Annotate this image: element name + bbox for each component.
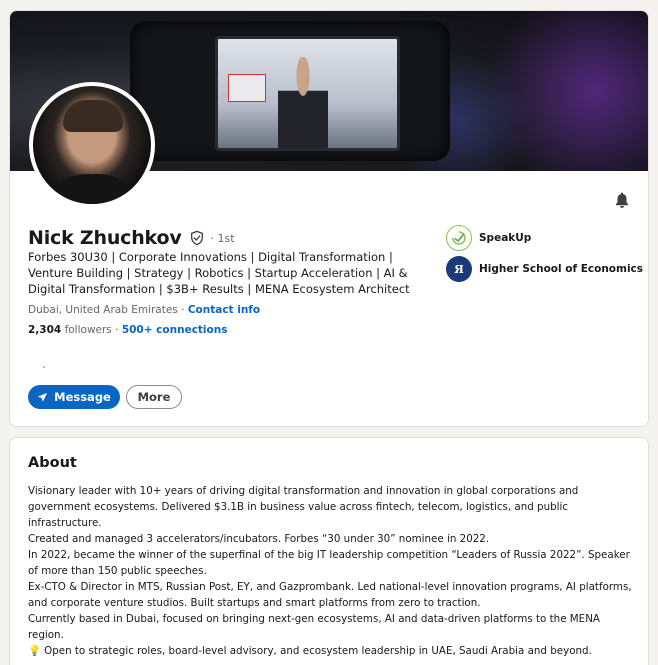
about-section: About Visionary leader with 10+ years of…: [9, 437, 649, 665]
message-button[interactable]: Message: [28, 385, 120, 409]
message-button-label: Message: [54, 390, 111, 404]
contact-info-link[interactable]: Contact info: [188, 304, 260, 316]
connections-separator: ·: [115, 324, 119, 336]
more-button[interactable]: More: [126, 385, 182, 409]
profile-headline: Forbes 30U30 | Corporate Innovations | D…: [28, 250, 410, 296]
location-separator: ·: [181, 304, 185, 316]
about-title: About: [28, 455, 77, 471]
connections-link[interactable]: 500+ connections: [122, 324, 228, 336]
decorative-dot: [43, 366, 45, 368]
profile-name: Nick Zhuchkov: [28, 227, 182, 249]
org-hse-name: Higher School of Economics: [479, 263, 644, 275]
profile-name-row: Nick Zhuchkov · 1st: [28, 227, 235, 249]
org-speakup-name: SpeakUp: [479, 232, 532, 244]
network-row: 2,304 followers · 500+ connections: [28, 324, 227, 336]
org-speakup[interactable]: SpeakUp: [446, 225, 531, 251]
send-icon: [38, 392, 48, 402]
speakup-logo-icon: [446, 225, 472, 251]
followers-count[interactable]: 2,304: [28, 324, 61, 336]
profile-location: Dubai, United Arab Emirates: [28, 304, 178, 316]
hse-logo-icon: Я: [446, 256, 472, 282]
verified-shield-icon[interactable]: [189, 230, 205, 246]
notification-bell-icon[interactable]: [613, 191, 631, 209]
followers-label[interactable]: followers: [65, 324, 112, 336]
camera-screen-graphic: [215, 36, 400, 151]
org-hse[interactable]: Я Higher School of Economics: [446, 256, 643, 282]
connection-degree: · 1st: [210, 231, 235, 245]
profile-avatar[interactable]: [29, 82, 155, 208]
profile-top-card: Nick Zhuchkov · 1st Forbes 30U30 | Corpo…: [9, 10, 649, 427]
more-button-label: More: [137, 390, 171, 404]
about-text: Visionary leader with 10+ years of drivi…: [28, 485, 632, 657]
location-row: Dubai, United Arab Emirates · Contact in…: [28, 304, 260, 316]
